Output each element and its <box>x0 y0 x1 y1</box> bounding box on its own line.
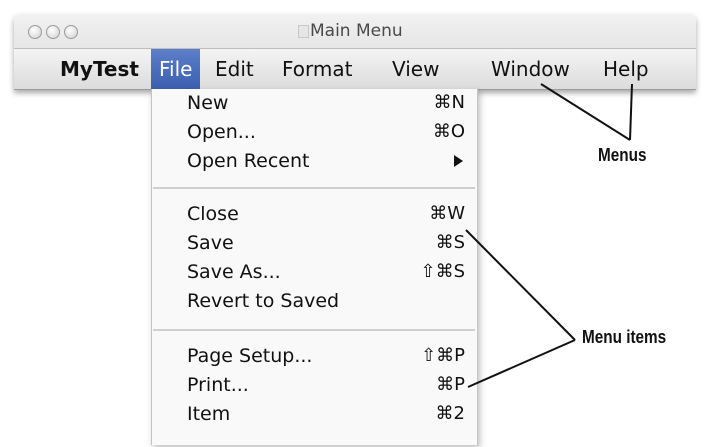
leader-line-menus-help <box>629 83 633 141</box>
annotation-leader-lines <box>465 83 633 388</box>
annotation-menu-items: Menu items <box>582 327 667 347</box>
leader-line-menu-items-print <box>467 339 576 388</box>
annotation-menus: Menus <box>598 145 647 165</box>
leader-line-menu-items-close <box>465 229 576 341</box>
leader-line-menus-window <box>540 83 631 141</box>
figure: Main Menu MyTest File Edit Format View W… <box>0 0 712 447</box>
